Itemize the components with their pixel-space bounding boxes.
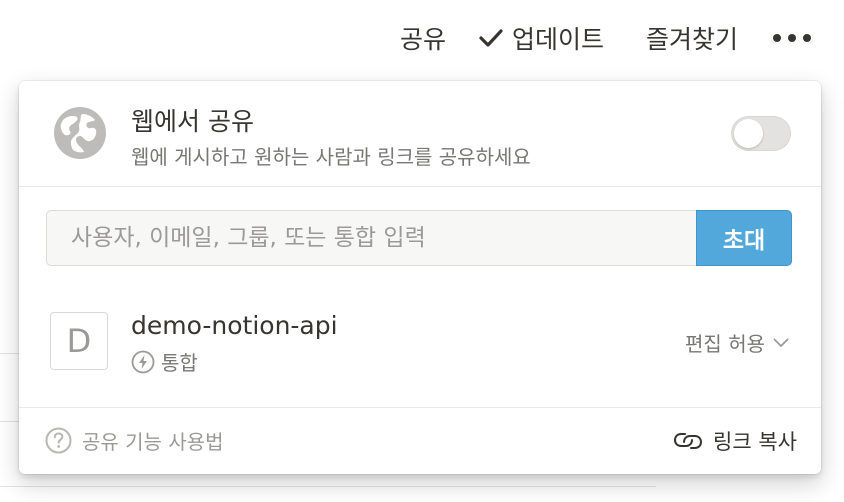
globe-icon: [54, 107, 106, 159]
invite-button[interactable]: 초대: [696, 210, 792, 266]
share-to-web-description: 웹에 게시하고 원하는 사람과 링크를 공유하세요: [131, 145, 531, 169]
invite-input[interactable]: [46, 210, 696, 266]
toggle-knob: [734, 119, 763, 148]
member-type-label: 통합: [161, 351, 198, 375]
avatar: D: [50, 312, 108, 370]
member-type: 통합: [131, 347, 198, 376]
permission-label: 편집 허용: [685, 332, 765, 356]
member-row: D demo-notion-api 통합 편집 허용: [19, 303, 821, 379]
share-menu-footer: 공유 기능 사용법 링크 복사: [19, 407, 821, 474]
share-to-web-section: 웹에서 공유 웹에 게시하고 원하는 사람과 링크를 공유하세요: [19, 81, 821, 187]
help-link-label: 공유 기능 사용법: [82, 430, 224, 454]
checkmark-icon: [479, 29, 503, 47]
copy-link-button[interactable]: 링크 복사: [673, 426, 797, 456]
top-bar: 공유 업데이트 즐겨찾기: [0, 0, 844, 76]
link-icon: [674, 433, 703, 449]
chevron-down-icon: [773, 338, 789, 347]
more-dots-icon: [773, 34, 811, 42]
member-name: demo-notion-api: [131, 311, 338, 340]
background-divider: [0, 486, 656, 487]
share-label: 공유: [400, 25, 447, 54]
question-mark-icon: [45, 427, 72, 454]
permission-dropdown[interactable]: 편집 허용: [685, 328, 789, 357]
favorites-label: 즐겨찾기: [646, 25, 739, 54]
background-divider: [0, 421, 20, 422]
help-link[interactable]: 공유 기능 사용법: [45, 426, 224, 455]
share-menu-popover: 웹에서 공유 웹에 게시하고 원하는 사람과 링크를 공유하세요 초대 D de…: [19, 81, 821, 474]
favorites-button[interactable]: 즐겨찾기: [646, 20, 738, 56]
share-to-web-toggle[interactable]: [731, 116, 791, 151]
lightning-bolt-icon: [131, 350, 155, 373]
background-divider: [0, 353, 20, 354]
more-options-button[interactable]: [772, 20, 812, 56]
share-button[interactable]: 공유: [400, 20, 446, 56]
updates-label: 업데이트: [512, 25, 605, 54]
invite-row: 초대: [46, 210, 792, 266]
share-to-web-title: 웹에서 공유: [131, 107, 254, 136]
updates-button[interactable]: 업데이트: [478, 20, 604, 56]
copy-link-label: 링크 복사: [713, 430, 797, 454]
